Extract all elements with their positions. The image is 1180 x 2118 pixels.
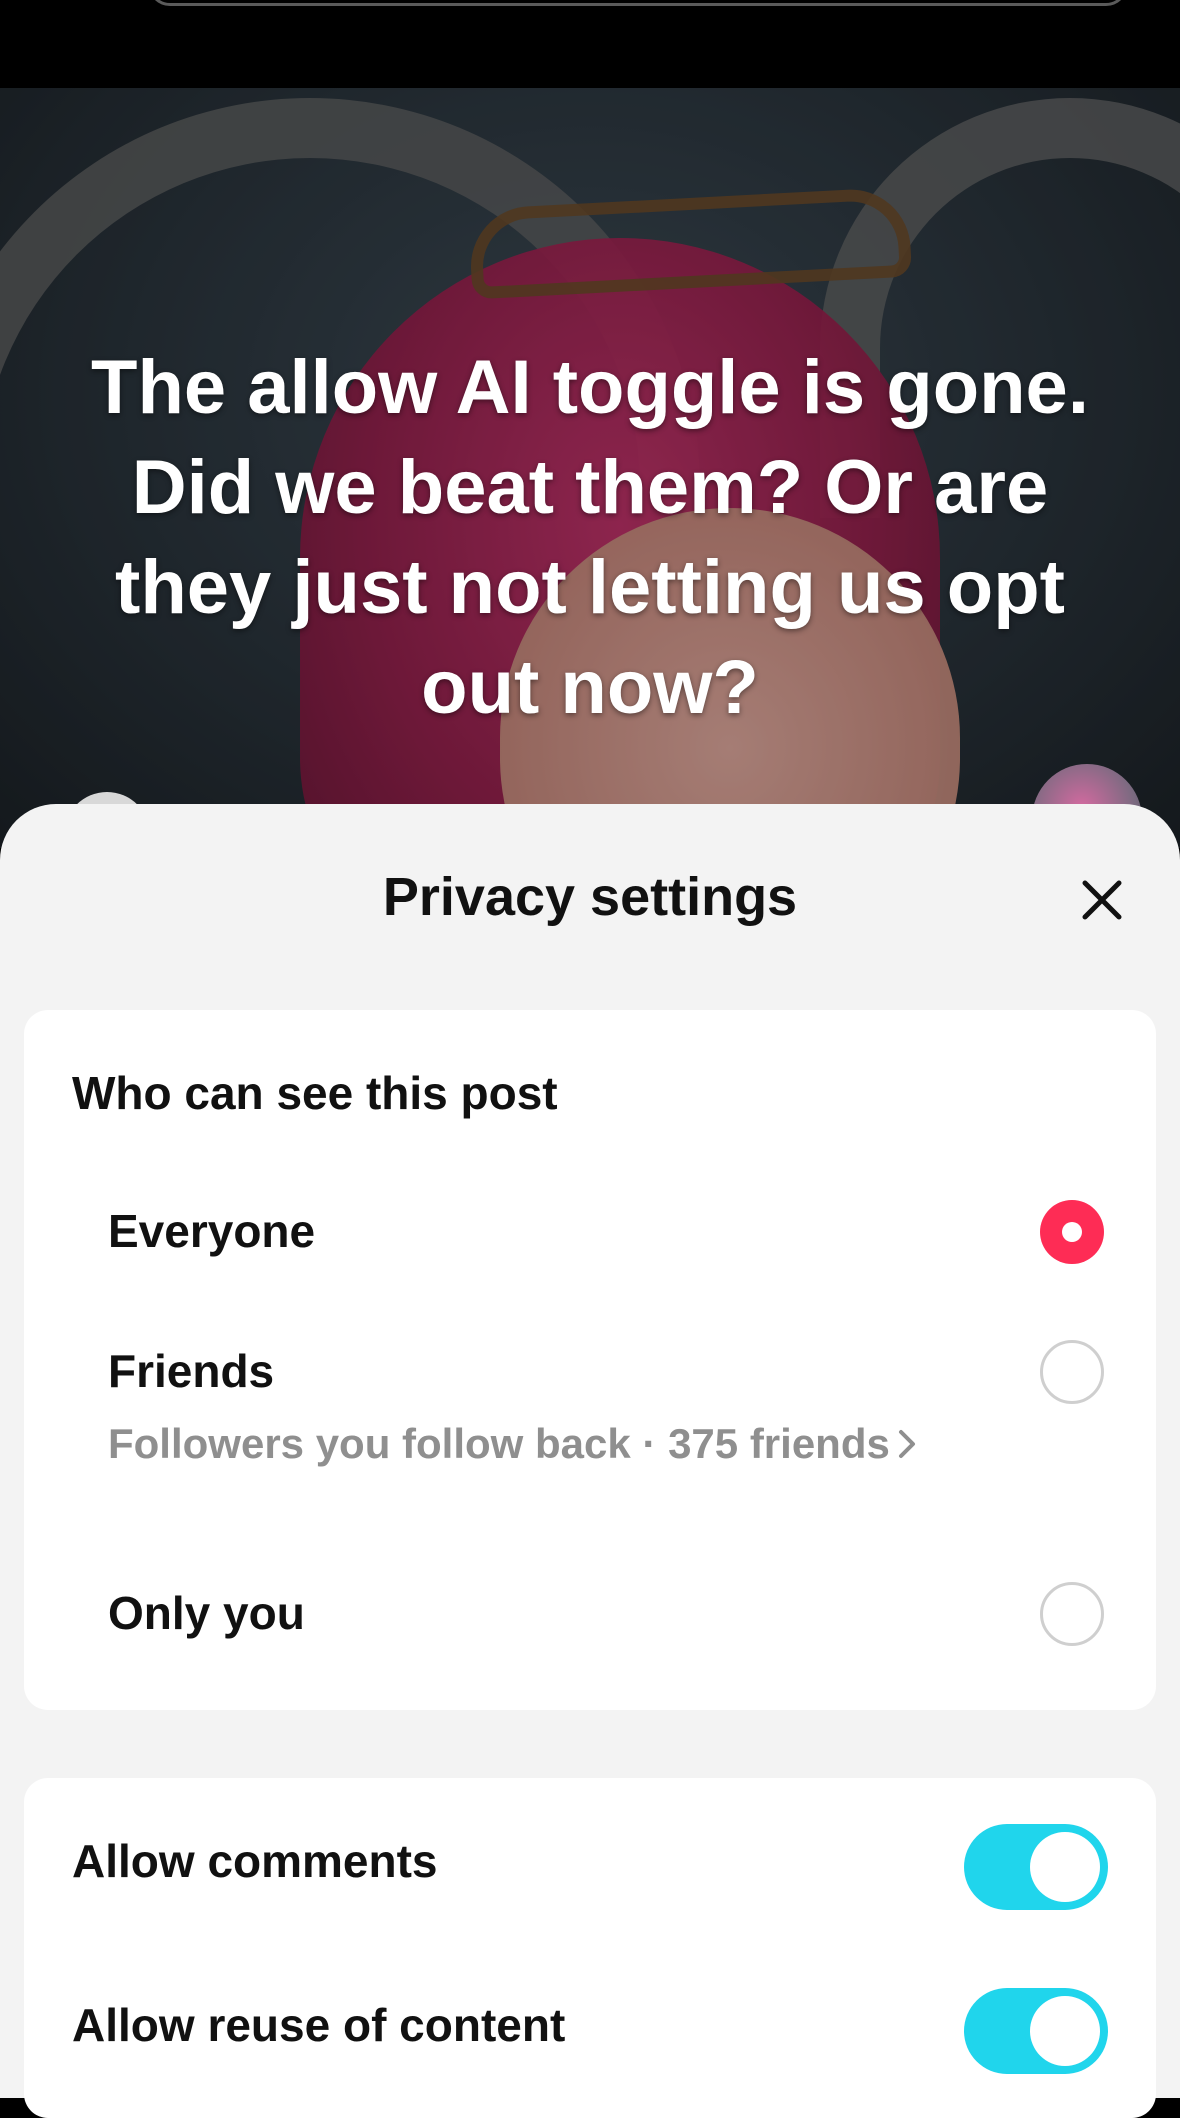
option-friends[interactable]: Friends Followers you follow back · 375 …: [24, 1330, 1156, 1490]
option-sublabel: Followers you follow back · 375 friends: [108, 1420, 890, 1467]
radio-only-you[interactable]: [1040, 1582, 1104, 1646]
toggle-knob: [1030, 1996, 1100, 2066]
close-icon: [1082, 880, 1122, 920]
top-bar: [0, 0, 1180, 88]
radio-everyone[interactable]: [1040, 1200, 1104, 1264]
allow-comments-toggle[interactable]: [964, 1824, 1108, 1910]
privacy-settings-sheet: Privacy settings Who can see this post E…: [0, 804, 1180, 2118]
video-background[interactable]: The allow AI toggle is gone. Did we beat…: [0, 88, 1180, 848]
option-label: Only you: [108, 1587, 305, 1639]
radio-friends[interactable]: [1040, 1340, 1104, 1404]
close-button[interactable]: [1070, 868, 1134, 932]
allow-comments-row: Allow comments: [24, 1800, 1156, 1920]
option-label: Everyone: [108, 1205, 316, 1257]
sheet-title: Privacy settings: [382, 867, 798, 927]
chevron-right-icon: [898, 1430, 915, 1458]
allow-reuse-toggle[interactable]: [964, 1988, 1108, 2074]
visibility-card: Who can see this post Everyone Friends F…: [24, 1010, 1156, 1710]
allow-reuse-row: Allow reuse of content: [24, 1964, 1156, 2084]
toggles-card: Allow comments Allow reuse of content: [24, 1778, 1156, 2118]
toggle-label: Allow comments: [72, 1835, 438, 1887]
option-label: Friends: [108, 1345, 275, 1397]
option-only-you[interactable]: Only you: [24, 1572, 1156, 1672]
toggle-label: Allow reuse of content: [72, 1999, 566, 2051]
toggle-knob: [1030, 1832, 1100, 1902]
section-title: Who can see this post: [72, 1067, 558, 1119]
friends-sublabel[interactable]: Followers you follow back · 375 friends: [108, 1420, 918, 1468]
video-caption: The allow AI toggle is gone. Did we beat…: [91, 345, 1089, 730]
search-box[interactable]: [148, 0, 1128, 6]
option-everyone[interactable]: Everyone: [24, 1190, 1156, 1290]
